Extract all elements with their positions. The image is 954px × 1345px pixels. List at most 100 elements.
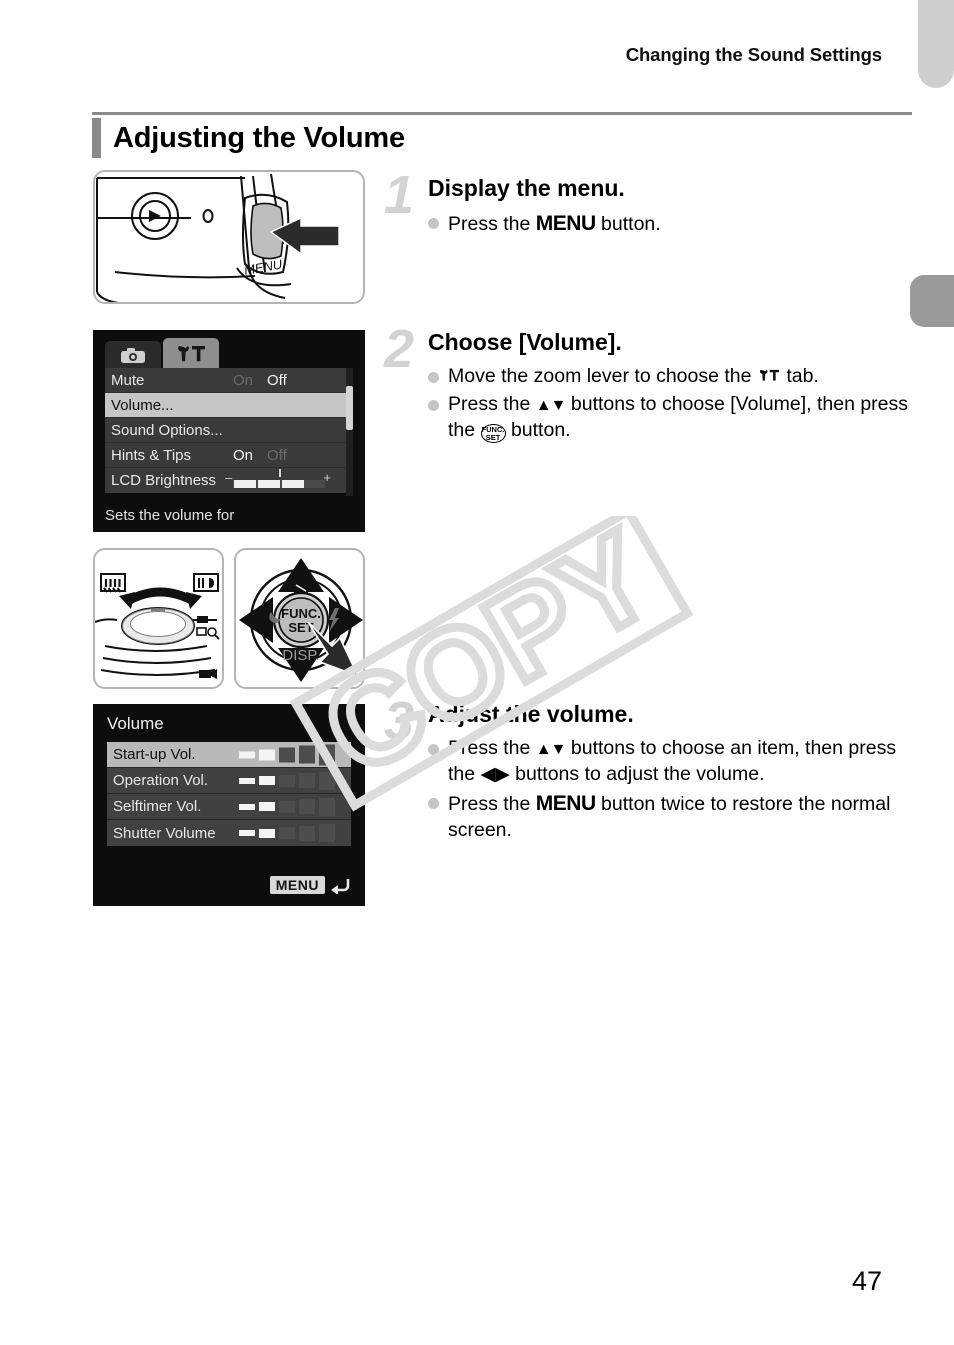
telephoto-icon	[193, 573, 219, 592]
volume-bar	[239, 803, 255, 810]
tab-setup[interactable]	[163, 338, 219, 369]
volume-level-bars[interactable]	[239, 744, 335, 765]
volume-bar	[239, 777, 255, 784]
edge-thumb-tab-dark	[910, 275, 954, 327]
volume-level-bars[interactable]	[239, 824, 335, 842]
bullet-item: Press the ▲▼ buttons to choose an item, …	[428, 736, 912, 788]
lcd-brightness-slider[interactable]: – +	[223, 468, 331, 490]
step-number: 2	[384, 319, 415, 379]
setup-menu-rows[interactable]: Mute On Off Volume... Sound Options... H…	[105, 368, 349, 493]
bullet-text-post: button.	[595, 213, 661, 236]
volume-row-selftimer[interactable]: Selftimer Vol.	[107, 794, 351, 820]
bullet-text-pre: Press the	[448, 737, 536, 760]
section-divider-rule	[92, 112, 912, 115]
volume-bar	[279, 747, 295, 762]
volume-bar	[319, 797, 335, 816]
wide-angle-icon	[100, 573, 126, 593]
figure-camera-menu-button: MENU	[93, 170, 365, 304]
volume-bar	[319, 771, 335, 790]
bullet-text-pre: Move the zoom lever to choose the	[448, 365, 757, 388]
bullet-dot-icon	[428, 218, 439, 230]
bullet-dot-icon	[428, 798, 439, 810]
volume-bar	[299, 799, 315, 814]
menu-row-label: LCD Brightness	[111, 472, 217, 489]
slider-segment	[258, 479, 280, 488]
menu-row-sound-options[interactable]: Sound Options...	[105, 418, 349, 443]
menu-row-hints-tips[interactable]: Hints & Tips On Off	[105, 443, 349, 468]
tab-shooting[interactable]	[105, 341, 161, 369]
bullet-text: Press the MENU button.	[448, 210, 912, 238]
screenshot-volume-menu: Volume Start-up Vol. Operation Vol. Self…	[93, 704, 365, 906]
bullet-text: Press the ▲▼ buttons to choose an item, …	[448, 736, 912, 788]
volume-row-label: Start-up Vol.	[113, 746, 196, 763]
step-1: 1 Display the menu. Press the MENU butto…	[384, 168, 912, 240]
volume-row-startup[interactable]: Start-up Vol.	[107, 742, 351, 768]
bullet-item: Press the MENU button.	[428, 210, 912, 238]
bullet-text: Move the zoom lever to choose the tab.	[448, 364, 912, 390]
menu-scrollbar[interactable]	[346, 368, 353, 496]
running-header: Changing the Sound Settings	[625, 44, 882, 65]
bullet-item: Press the MENU button twice to restore t…	[428, 790, 912, 844]
volume-bar	[259, 776, 275, 785]
step-bullets: Press the ▲▼ buttons to choose an item, …	[428, 736, 912, 844]
volume-bar	[319, 744, 335, 765]
func-set-glyph: FUNC. SET	[480, 424, 506, 444]
step-title: Adjust the volume.	[428, 701, 634, 727]
bullet-dot-icon	[428, 372, 439, 384]
menu-hint-text: Sets the volume for	[105, 507, 235, 524]
section-accent-bar	[92, 118, 101, 158]
menu-row-label: Mute	[111, 371, 145, 389]
edge-thumb-tab-light	[918, 0, 954, 88]
volume-screen-title: Volume	[107, 714, 164, 733]
exposure-comp-icon	[294, 583, 308, 593]
menu-row-mute[interactable]: Mute On Off	[105, 368, 349, 393]
value-off: Off	[267, 371, 287, 389]
step-bullets: Move the zoom lever to choose the tab. P…	[428, 364, 912, 444]
volume-bar	[239, 830, 255, 836]
step-title: Display the menu.	[428, 175, 625, 201]
step-bullets: Press the MENU button.	[428, 210, 912, 238]
bullet-text-pre: Press the	[448, 793, 536, 816]
svg-text:SET: SET	[288, 620, 313, 635]
menu-row-lcd-brightness[interactable]: LCD Brightness – +	[105, 468, 349, 493]
volume-row-label: Operation Vol.	[113, 772, 209, 789]
value-off: Off	[267, 446, 287, 464]
step-number: 1	[384, 165, 415, 225]
volume-bar	[259, 802, 275, 811]
return-arrow-icon	[331, 878, 350, 894]
figure-zoom-lever	[93, 548, 224, 689]
volume-level-bars[interactable]	[239, 797, 335, 816]
setup-wrench-hammer-icon	[178, 345, 205, 361]
menu-button-glyph: MENU	[535, 212, 596, 236]
volume-menu-return-button[interactable]: MENU	[269, 876, 351, 894]
menu-tab-strip[interactable]	[105, 338, 219, 369]
volume-rows[interactable]: Start-up Vol. Operation Vol. Selftimer V…	[107, 742, 351, 846]
volume-bar	[299, 773, 315, 788]
value-on: On	[233, 446, 254, 464]
menu-scrollbar-thumb[interactable]	[346, 386, 353, 430]
bullet-item: Press the ▲▼ buttons to choose [Volume],…	[428, 392, 912, 444]
volume-row-operation[interactable]: Operation Vol.	[107, 768, 351, 794]
page-number: 47	[851, 1266, 882, 1296]
page-title: Adjusting the Volume	[113, 121, 405, 154]
volume-bar	[299, 745, 315, 764]
rotate-arrows-icon	[119, 587, 202, 609]
section-heading: Adjusting the Volume	[92, 118, 405, 158]
up-down-arrows-icon: ▲▼	[535, 741, 567, 759]
slider-segment	[282, 479, 304, 488]
slider-segment	[234, 479, 256, 488]
setup-tab-icon	[759, 370, 779, 381]
volume-bar	[259, 828, 275, 838]
bullet-text-post: button.	[505, 419, 571, 442]
movie-icon	[199, 669, 217, 679]
bullet-dot-icon	[428, 744, 439, 756]
volume-row-shutter[interactable]: Shutter Volume	[107, 820, 351, 846]
left-right-arrows-icon: ◀▶	[480, 764, 510, 786]
bullet-text: Press the ▲▼ buttons to choose [Volume],…	[448, 392, 912, 444]
volume-level-bars[interactable]	[239, 771, 335, 790]
bullet-text: Press the MENU button twice to restore t…	[448, 790, 912, 844]
volume-row-label: Selftimer Vol.	[113, 798, 202, 815]
menu-row-volume[interactable]: Volume...	[105, 393, 349, 418]
left-arrow-icon	[239, 597, 273, 643]
disp-label: DISP.	[282, 647, 319, 664]
